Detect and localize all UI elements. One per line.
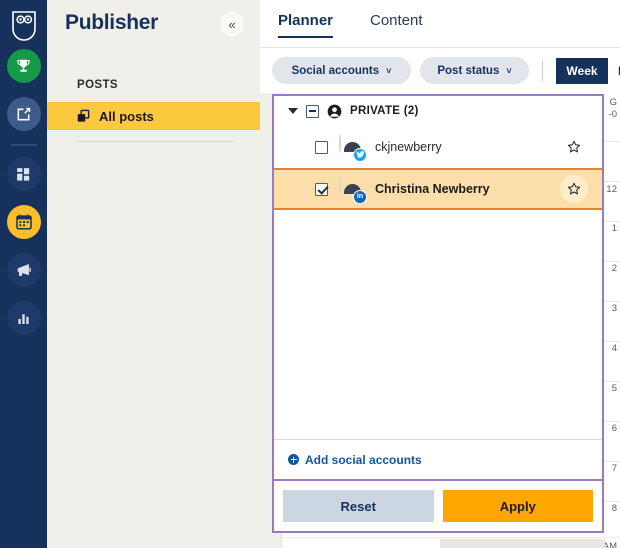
bar-chart-icon <box>15 310 32 327</box>
group-checkbox[interactable] <box>306 105 319 118</box>
linkedin-badge-icon: in <box>353 190 367 204</box>
page-title: Publisher <box>65 11 158 35</box>
timezone-label-1: G <box>610 97 617 108</box>
tab-bar: Planner Content <box>260 0 620 48</box>
star-outline-icon <box>567 140 581 154</box>
account-row-ckjnewberry[interactable]: ckjnewberry <box>274 126 602 168</box>
chevron-down-icon[interactable] <box>288 108 298 114</box>
hour-label-12: 12 <box>606 184 617 195</box>
rail-item-streams[interactable] <box>7 157 41 191</box>
account-checkbox[interactable] <box>315 183 328 196</box>
account-group-label: PRIVATE (2) <box>350 105 419 117</box>
chevron-down-icon: ˅ <box>506 66 511 76</box>
collapse-sidebar-button[interactable]: « <box>220 12 244 36</box>
post-status-filter-label: Post status <box>437 65 499 77</box>
account-list: PRIVATE (2) ckjnewberry <box>274 96 602 439</box>
publisher-sidebar: Publisher « POSTS <box>47 0 260 548</box>
social-accounts-filter-label: Social accounts <box>292 65 380 77</box>
filter-divider <box>542 61 543 81</box>
megaphone-icon <box>15 261 33 279</box>
trophy-icon <box>15 58 32 75</box>
sidebar-item-label: All posts <box>99 109 154 124</box>
calendar-icon <box>15 213 33 231</box>
rail-item-analytics[interactable] <box>7 301 41 335</box>
rail-item-rewards[interactable] <box>7 49 41 83</box>
hour-label-8: 8 <box>612 503 617 514</box>
favorite-button[interactable] <box>560 175 588 203</box>
social-accounts-dropdown: PRIVATE (2) ckjnewberry <box>272 94 604 533</box>
hour-label-5: 5 <box>612 383 617 394</box>
add-social-accounts-label: Add social accounts <box>305 453 422 467</box>
tab-content[interactable]: Content <box>370 12 423 36</box>
panel-actions: Reset Apply <box>274 479 602 531</box>
avatar <box>339 135 364 160</box>
chevron-double-left-icon: « <box>228 18 235 31</box>
chevron-down-icon: ˅ <box>386 66 391 76</box>
view-toggle-month[interactable]: M <box>608 58 620 84</box>
account-checkbox[interactable] <box>315 141 328 154</box>
favorite-button[interactable] <box>560 133 588 161</box>
account-name: Christina Newberry <box>375 182 549 196</box>
sidebar-item-all-posts[interactable]: All posts <box>47 102 260 130</box>
avatar-image <box>339 134 341 153</box>
post-status-filter[interactable]: Post status ˅ <box>420 57 529 84</box>
grid-icon <box>15 166 32 183</box>
rail-item-advertise[interactable] <box>7 253 41 287</box>
hour-label-1: 1 <box>612 223 617 234</box>
plus-circle-icon <box>288 454 299 465</box>
account-row-christina-newberry[interactable]: in Christina Newberry <box>274 168 602 210</box>
hour-label-4: 4 <box>612 343 617 354</box>
apply-button[interactable]: Apply <box>443 490 594 522</box>
filter-bar: Social accounts ˅ Post status ˅ Week M <box>260 48 620 93</box>
main-content: Planner Content Social accounts ˅ Post s… <box>260 0 620 548</box>
twitter-badge-icon <box>353 148 367 162</box>
global-nav-rail <box>0 0 47 548</box>
hour-label-7: 7 <box>612 463 617 474</box>
hour-label-2: 2 <box>612 263 617 274</box>
add-social-accounts-link[interactable]: Add social accounts <box>274 439 602 479</box>
grid-line <box>282 537 620 538</box>
tab-planner[interactable]: Planner <box>278 12 333 38</box>
account-group-private[interactable]: PRIVATE (2) <box>274 96 602 126</box>
account-name: ckjnewberry <box>375 140 549 154</box>
rail-divider <box>11 144 37 146</box>
calendar-event-block[interactable] <box>440 539 605 548</box>
sidebar-section-posts: POSTS <box>77 79 118 91</box>
view-toggle-week[interactable]: Week <box>556 58 608 84</box>
rail-item-planner[interactable] <box>7 205 41 239</box>
hootsuite-owl-logo[interactable] <box>10 10 38 42</box>
hour-label-6: 6 <box>612 423 617 434</box>
avatar-image <box>339 176 341 195</box>
person-icon <box>327 104 342 119</box>
reset-button[interactable]: Reset <box>283 490 434 522</box>
avatar: in <box>339 177 364 202</box>
rail-item-compose[interactable] <box>7 97 41 131</box>
stacked-posts-icon <box>76 109 91 124</box>
timezone-label-2: -0 <box>609 109 617 120</box>
compose-icon <box>15 106 32 123</box>
publisher-screen: Publisher « POSTS All posts Planner Cont… <box>0 0 620 548</box>
hour-label-3: 3 <box>612 303 617 314</box>
star-outline-icon <box>567 182 581 196</box>
social-accounts-filter[interactable]: Social accounts ˅ <box>272 57 411 84</box>
sidebar-divider <box>77 141 234 142</box>
